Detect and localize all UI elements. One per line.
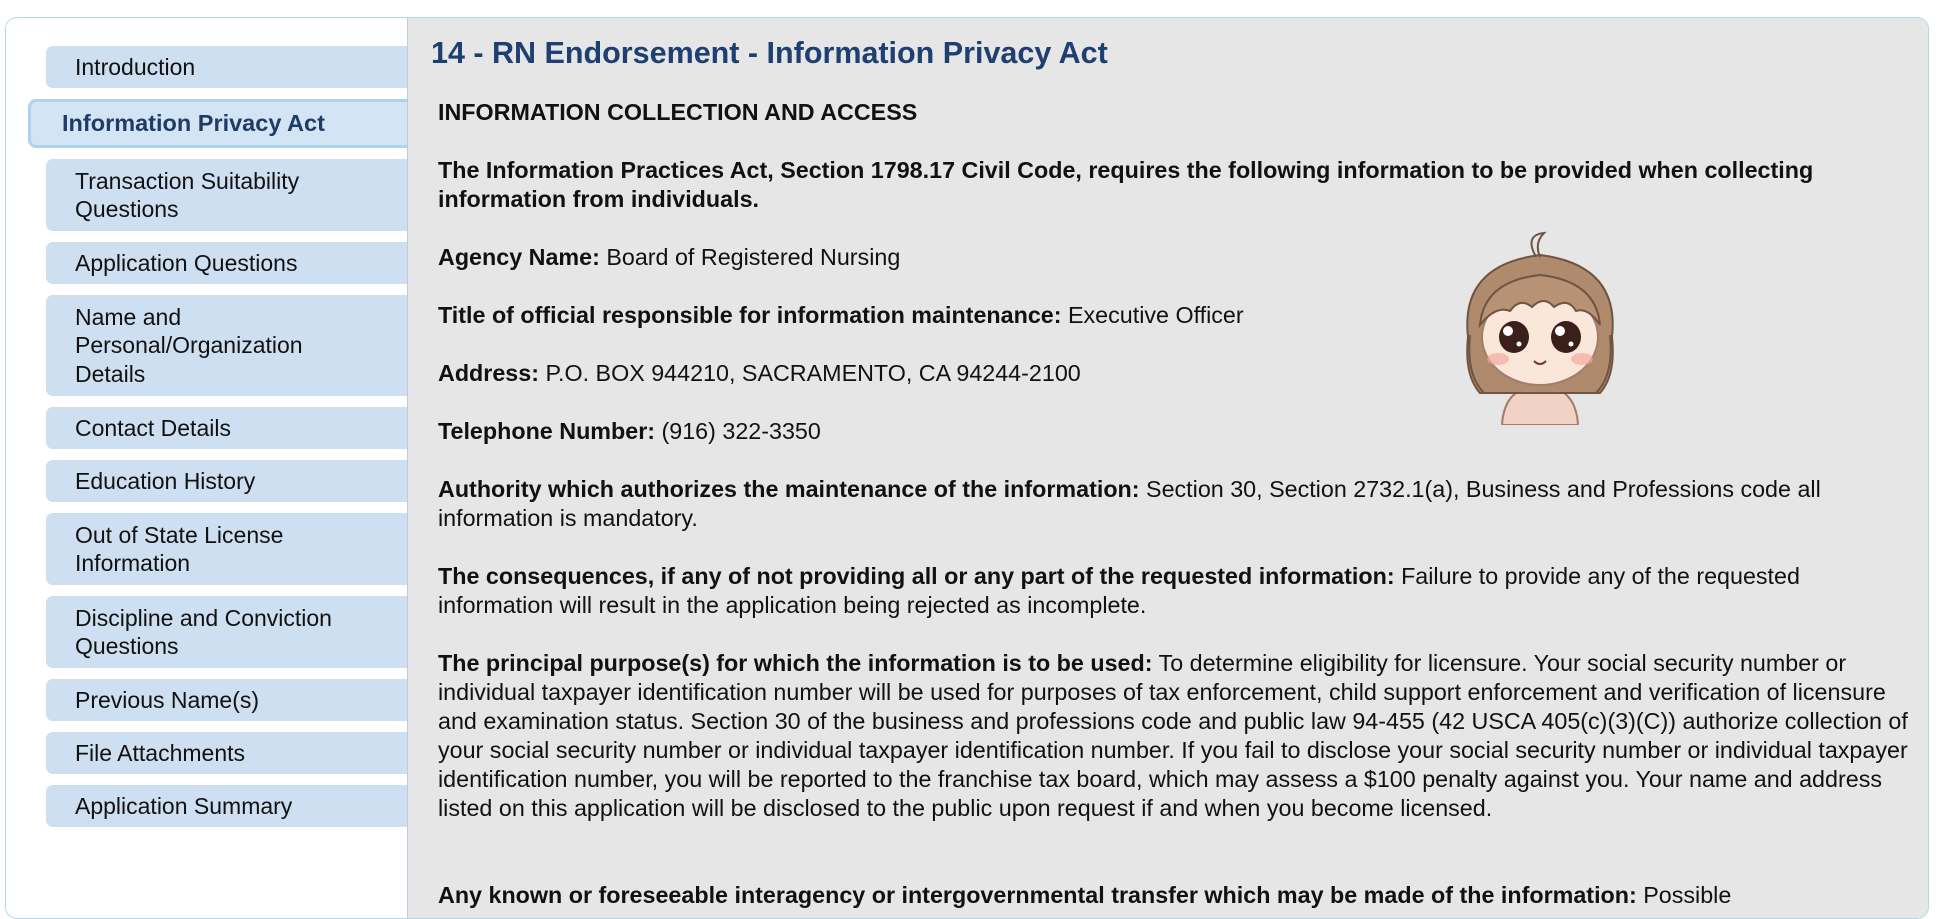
field-value: P.O. BOX 944210, SACRAMENTO, CA 94244-21… [545,360,1081,386]
field-label: Agency Name: [438,244,600,270]
intro-text: The Information Practices Act, Section 1… [438,157,1814,212]
sidebar-item-label: Information Privacy Act [62,110,325,137]
sidebar-item-label: Education History [75,467,256,494]
sidebar-item-file-attachments[interactable]: File Attachments [46,732,408,774]
sidebar-item-transaction-suitability-questions[interactable]: Transaction Suitability Questions [46,159,408,231]
field-principal-purpose: The principal purpose(s) for which the i… [438,649,1918,823]
field-label: Telephone Number: [438,418,656,444]
field-label: Any known or foreseeable interagency or … [438,882,1637,908]
field-agency-name: Agency Name: Board of Registered Nursing [438,243,1918,272]
field-value: (916) 322-3350 [661,418,821,444]
sidebar-item-label: Discipline and Conviction Questions [75,604,332,660]
sidebar-item-out-of-state-license-information[interactable]: Out of State License Information [46,513,408,585]
field-value: Possible [1643,882,1732,908]
field-interagency-transfer: Any known or foreseeable interagency or … [438,881,1918,910]
sidebar-item-label: Contact Details [75,414,231,441]
field-official-title: Title of official responsible for inform… [438,301,1918,330]
field-value: Board of Registered Nursing [606,244,901,270]
field-telephone: Telephone Number: (916) 322-3350 [438,417,1918,446]
section-heading: INFORMATION COLLECTION AND ACCESS [438,99,918,125]
sidebar-item-label: Out of State License Information [75,521,284,577]
chibi-girl-sticker-icon [1466,231,1614,425]
main-content: 14 - RN Endorsement - Information Privac… [407,18,1928,918]
sidebar-item-information-privacy-act[interactable]: Information Privacy Act [28,99,410,148]
sidebar-item-label: Previous Name(s) [75,686,260,713]
sidebar-item-name-and-personal-details[interactable]: Name and Personal/Organization Details [46,295,408,396]
field-label: The principal purpose(s) for which the i… [438,650,1153,676]
sidebar-item-label: Name and Personal/Organization Details [75,303,303,387]
sidebar-item-application-summary[interactable]: Application Summary [46,785,408,827]
sidebar-item-label: Application Summary [75,792,293,819]
sidebar-item-previous-names[interactable]: Previous Name(s) [46,679,408,721]
field-consequences: The consequences, if any of not providin… [438,562,1918,620]
field-authority: Authority which authorizes the maintenan… [438,475,1918,533]
sidebar-item-label: Transaction Suitability Questions [75,167,300,223]
sidebar-item-education-history[interactable]: Education History [46,460,408,502]
sidebar-item-label: Introduction [75,53,196,80]
application-frame: Introduction Information Privacy Act Tra… [5,17,1929,919]
field-value: Executive Officer [1067,302,1244,328]
field-label: Title of official responsible for inform… [438,302,1062,328]
sidebar-nav: Introduction Information Privacy Act Tra… [6,18,410,918]
sidebar-item-contact-details[interactable]: Contact Details [46,407,408,449]
sidebar-item-introduction[interactable]: Introduction [46,46,408,88]
field-address: Address: P.O. BOX 944210, SACRAMENTO, CA… [438,359,1918,388]
sidebar-item-discipline-and-conviction-questions[interactable]: Discipline and Conviction Questions [46,596,408,668]
sidebar-item-application-questions[interactable]: Application Questions [46,242,408,284]
page-title: 14 - RN Endorsement - Information Privac… [431,36,1108,70]
field-label: Address: [438,360,539,386]
field-label: Authority which authorizes the maintenan… [438,476,1140,502]
field-label: The consequences, if any of not providin… [438,563,1395,589]
sidebar-item-label: File Attachments [75,739,246,766]
sidebar-item-label: Application Questions [75,249,298,276]
